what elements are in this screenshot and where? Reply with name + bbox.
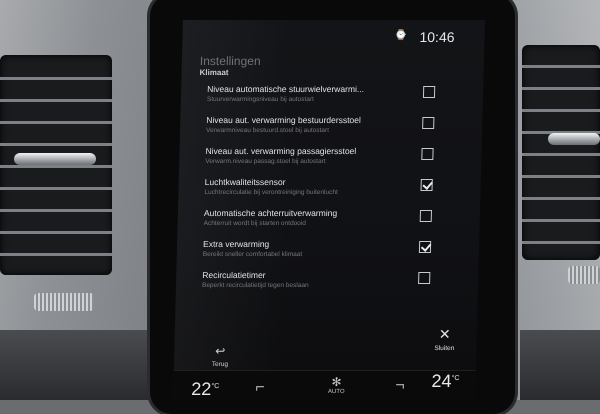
fan-icon: ✻	[331, 375, 342, 389]
setting-checkbox[interactable]	[420, 179, 433, 191]
setting-title: Automatische achterruitverwarming	[203, 208, 338, 218]
setting-row[interactable]: Niveau aut. verwarming bestuurdersstoel …	[206, 115, 447, 146]
setting-row[interactable]: Automatische achterruitverwarming Achter…	[203, 208, 444, 239]
temp-right[interactable]: 24°C	[431, 371, 459, 392]
dashboard-bottom-left	[0, 330, 150, 400]
climate-bar: 22°C ⌐ ✻ AUTO ¬ 24°C	[173, 370, 476, 400]
setting-row[interactable]: Niveau automatische stuurwielverwarmi...…	[206, 84, 447, 115]
setting-title: Extra verwarming	[202, 239, 270, 249]
setting-description: Beperkt recirculatietijd tegen beslaan	[201, 282, 309, 289]
close-label: Sluiten	[434, 345, 455, 352]
seat-heat-right-icon[interactable]: ¬	[395, 377, 405, 395]
setting-checkbox[interactable]	[418, 272, 431, 284]
setting-checkbox[interactable]	[419, 210, 432, 222]
setting-row[interactable]: Recirculatietimer Beperkt recirculatieti…	[202, 270, 443, 301]
air-vent-right	[522, 45, 600, 260]
setting-title: Luchtkwaliteitssensor	[204, 177, 286, 187]
setting-description: Bereikt sneller comfortabel klimaat	[202, 251, 303, 258]
fan-label: AUTO	[327, 389, 345, 395]
settings-list: Niveau automatische stuurwielverwarmi...…	[202, 84, 448, 301]
setting-title: Niveau aut. verwarming passagiersstoel	[205, 146, 357, 156]
vent-left-knob[interactable]	[14, 153, 96, 165]
close-icon: ✕	[438, 326, 451, 342]
return-arrow-icon: ↩	[215, 344, 226, 358]
setting-row[interactable]: Extra verwarming Bereikt sneller comfort…	[202, 239, 443, 270]
infotainment-screen: ⌚ 10:46 Instellingen Klimaat Niveau auto…	[173, 20, 485, 400]
setting-title: Niveau aut. verwarming bestuurdersstoel	[206, 115, 361, 125]
page-subtitle: Klimaat	[199, 68, 229, 77]
setting-row[interactable]: Niveau aut. verwarming passagiersstoel V…	[205, 146, 446, 177]
setting-title: Niveau automatische stuurwielverwarmi...	[207, 84, 365, 94]
seat-heat-left-icon[interactable]: ⌐	[255, 379, 265, 397]
setting-title: Recirculatietimer	[202, 270, 266, 280]
close-button[interactable]: ✕ Sluiten	[424, 326, 465, 352]
setting-checkbox[interactable]	[422, 86, 436, 98]
page-title: Instellingen	[199, 54, 261, 68]
setting-checkbox[interactable]	[422, 117, 435, 129]
setting-description: Luchtrecirculatie bij verontreiniging bu…	[204, 189, 338, 196]
temp-left[interactable]: 22°C	[191, 379, 219, 400]
fan-control[interactable]: ✻ AUTO	[323, 375, 350, 395]
setting-description: Verwarm.niveau passag.stoel bij autostar…	[205, 158, 326, 165]
setting-description: Verwarmniveau bestuurd.stoel bij autosta…	[205, 127, 330, 134]
back-label: Terug	[211, 361, 229, 368]
setting-description: Achterruit wordt bij starten ontdooid	[203, 220, 306, 227]
setting-description: Stuurverwarmingsniveau bij autostart	[206, 96, 314, 103]
dashboard-button-left[interactable]	[34, 293, 94, 311]
setting-checkbox[interactable]	[421, 148, 434, 160]
vent-right-knob[interactable]	[548, 133, 600, 145]
setting-checkbox[interactable]	[418, 241, 432, 253]
setting-row[interactable]: Luchtkwaliteitssensor Luchtrecirculatie …	[204, 177, 445, 208]
status-time: 10:46	[419, 29, 455, 45]
clock-icon: ⌚	[394, 30, 408, 41]
back-button[interactable]: ↩ Terug	[200, 342, 241, 368]
dashboard-button-right[interactable]	[568, 266, 600, 284]
dashboard-bottom-right	[520, 330, 600, 400]
air-vent-left	[0, 55, 112, 275]
